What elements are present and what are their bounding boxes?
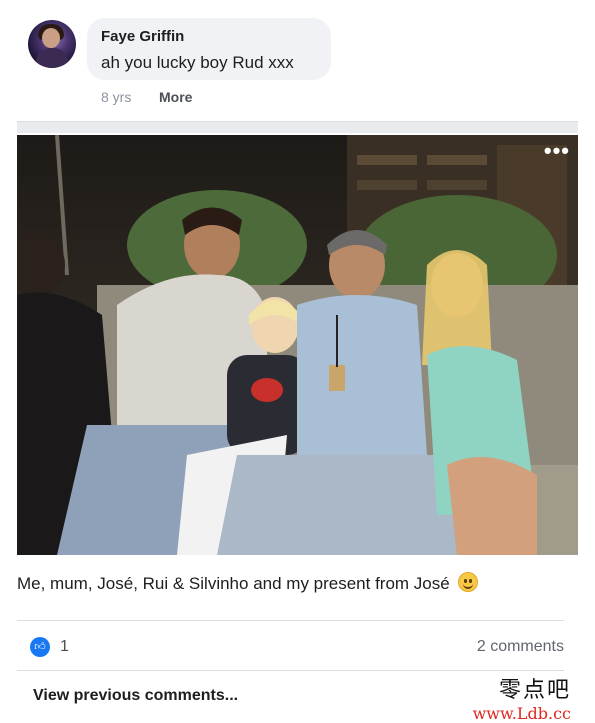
comment-author[interactable]: Faye Griffin	[101, 28, 184, 45]
smiley-emoji-icon	[458, 572, 479, 592]
avatar[interactable]	[28, 20, 76, 68]
more-horizontal-icon[interactable]: •••	[544, 140, 570, 162]
watermark: 零点吧 www.Ldb.cc	[473, 672, 571, 723]
comment-text: ah you lucky boy Rud xxx	[101, 53, 294, 72]
divider	[17, 620, 564, 621]
post-separator	[17, 121, 578, 133]
post-caption-text: Me, mum, José, Rui & Silvinho and my pre…	[17, 574, 450, 593]
view-previous-comments-link[interactable]: View previous comments...	[33, 687, 238, 705]
post-photo[interactable]: •••	[17, 135, 578, 555]
comment-time[interactable]: 8 yrs	[101, 89, 131, 105]
comment-block: Faye Griffin ah you lucky boy Rud xxx 8 …	[0, 0, 595, 118]
post-caption: Me, mum, José, Rui & Silvinho and my pre…	[17, 572, 479, 594]
comment-meta: 8 yrs More	[101, 89, 192, 105]
divider	[17, 670, 564, 671]
watermark-url: www.Ldb.cc	[472, 704, 571, 723]
photo-illustration	[17, 135, 578, 555]
comment-bubble: Faye Griffin ah you lucky boy Rud xxx	[87, 18, 331, 80]
more-link[interactable]: More	[159, 89, 192, 105]
watermark-chinese: 零点吧	[498, 678, 571, 703]
like-thumb-icon[interactable]: 👍︎	[30, 637, 50, 657]
comments-count-link[interactable]: 2 comments	[477, 638, 564, 656]
like-count[interactable]: 1	[60, 638, 69, 656]
